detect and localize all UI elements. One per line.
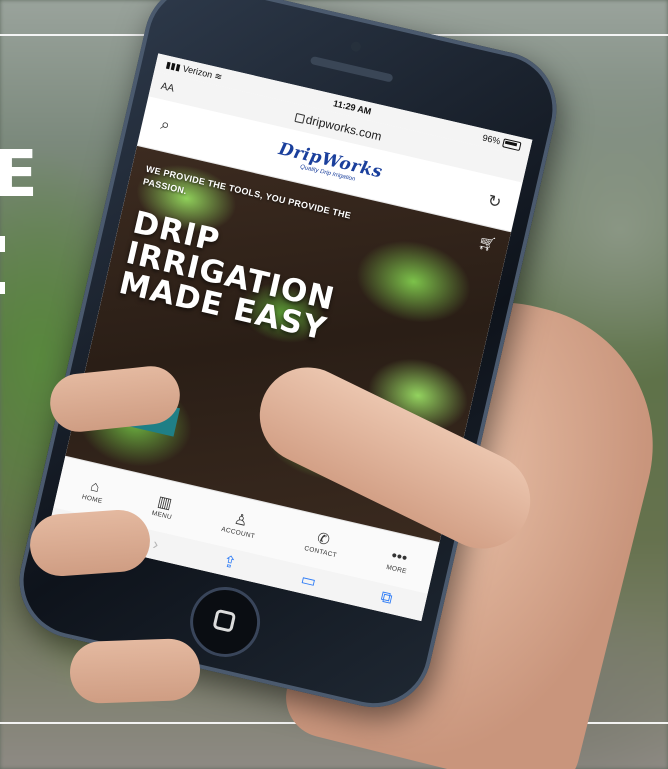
reload-icon[interactable]: ↻ — [482, 190, 508, 214]
wifi-icon: ≋ — [213, 70, 224, 82]
text-size-button[interactable]: AA — [160, 80, 201, 100]
finger — [27, 507, 153, 579]
tabs-icon[interactable]: ⧉ — [379, 589, 394, 609]
cropped-edge-text: E — [0, 138, 38, 212]
cropped-edge-mark — [0, 282, 5, 294]
battery-percent: 96% — [481, 132, 502, 147]
lock-icon — [294, 113, 305, 125]
nav-contact[interactable]: ✆ CONTACT — [304, 527, 342, 558]
search-icon[interactable]: ⌕ — [152, 115, 177, 137]
forward-icon[interactable]: › — [151, 536, 160, 555]
share-icon[interactable]: ⇪ — [221, 551, 239, 574]
finger — [68, 637, 202, 705]
nav-menu[interactable]: ▥ MENU — [151, 492, 176, 520]
carrier-name: Verizon — [181, 62, 214, 80]
nav-more[interactable]: ••• MORE — [386, 546, 412, 574]
home-button-square-icon — [212, 608, 237, 633]
cropped-edge-mark — [0, 236, 5, 252]
nav-home[interactable]: ⌂ HOME — [81, 476, 107, 505]
battery-icon — [501, 138, 522, 152]
nav-account[interactable]: ♙ ACCOUNT — [221, 508, 260, 540]
cart-icon[interactable]: 🛒︎ — [476, 233, 498, 254]
bookmarks-icon[interactable]: ▭ — [299, 569, 318, 592]
photo-scene: E ▮▮▮ Verizon ≋ 11:29 AM 96% AA dripwork… — [0, 0, 668, 769]
